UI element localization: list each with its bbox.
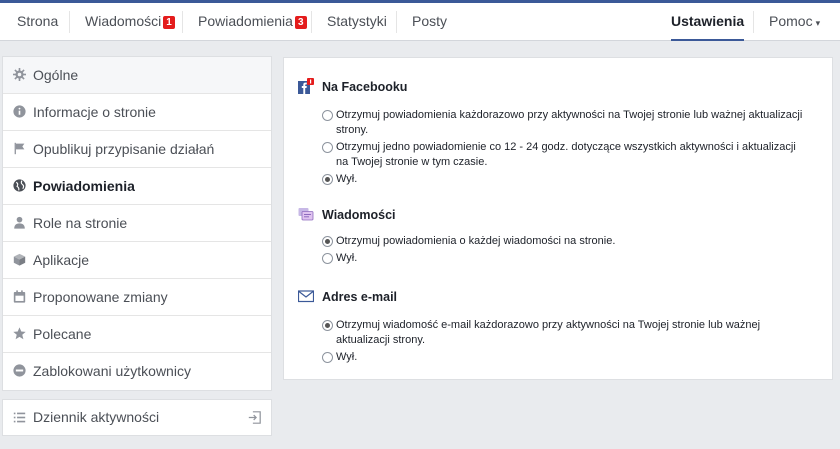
flag-icon [14, 142, 25, 155]
messages-icon [298, 208, 314, 221]
sidebar-item-blocked-users[interactable]: Zablokowani użytkownicy [3, 353, 271, 390]
radio-button[interactable] [322, 352, 333, 363]
sidebar-item-label: Role na stronie [33, 215, 128, 231]
facebook-notification-icon [298, 78, 314, 94]
tab-powiadomienia[interactable]: Powiadomienia 3 [198, 3, 307, 40]
tab-label: Posty [412, 13, 448, 29]
option-label: Otrzymuj powiadomienia o każdej wiadomoś… [336, 235, 616, 247]
settings-sidebar: Ogólne Informacje o stronie Opublikuj pr… [2, 56, 272, 391]
sidebar-item-post-attribution[interactable]: Opublikuj przypisanie działań [3, 131, 271, 168]
tab-label: Ustawienia [671, 13, 745, 29]
star-icon [13, 327, 26, 340]
option-label: Wył. [336, 351, 358, 363]
section-on-facebook: Na Facebooku Otrzymuj powiadomienia każd… [298, 78, 818, 187]
sidebar-item-general[interactable]: Ogólne [3, 57, 271, 94]
tab-ustawienia[interactable]: Ustawienia [671, 3, 745, 41]
option-email-each-activity[interactable]: Otrzymuj wiadomość e-mail każdorazowo pr… [298, 318, 803, 348]
tab-separator [753, 11, 754, 33]
tab-posty[interactable]: Posty [412, 3, 447, 40]
tab-label: Pomoc [769, 13, 813, 29]
radio-button-selected[interactable] [322, 236, 333, 247]
tab-wiadomosci[interactable]: Wiadomości 1 [85, 3, 175, 40]
help-menu[interactable]: Pomoc ▾ [769, 3, 820, 40]
sidebar-item-label: Opublikuj przypisanie działań [33, 141, 215, 157]
tab-statystyki[interactable]: Statystyki [327, 3, 387, 40]
section-email: Adres e-mail Otrzymuj wiadomość e-mail k… [298, 288, 818, 365]
option-messages-off[interactable]: Wył. [298, 251, 803, 266]
email-icon [298, 290, 314, 303]
tab-separator [182, 11, 183, 33]
section-messages: Wiadomości Otrzymuj powiadomienia o każd… [298, 206, 818, 266]
option-label: Wył. [336, 173, 358, 185]
sidebar-item-notifications[interactable]: Powiadomienia [3, 168, 271, 205]
tab-label: Strona [17, 13, 59, 29]
tab-label: Powiadomienia [198, 13, 293, 29]
tab-strona[interactable]: Strona [17, 3, 58, 40]
radio-button-selected[interactable] [322, 174, 333, 185]
sidebar-item-label: Polecane [33, 326, 92, 342]
radio-button-selected[interactable] [322, 320, 333, 331]
sidebar-item-label: Aplikacje [33, 252, 90, 268]
unread-badge: 1 [163, 16, 175, 29]
sidebar-item-label: Powiadomienia [33, 178, 135, 194]
blocked-icon [13, 364, 26, 377]
globe-icon [13, 179, 26, 192]
sidebar-item-label: Dziennik aktywności [33, 409, 160, 425]
person-icon [14, 216, 25, 229]
tab-label: Statystyki [327, 13, 387, 29]
option-facebook-off[interactable]: Wył. [298, 172, 803, 187]
section-title: Wiadomości [322, 208, 396, 222]
unread-badge: 3 [294, 16, 307, 29]
sidebar-item-label: Informacje o stronie [33, 104, 156, 120]
tab-separator [396, 11, 397, 33]
calendar-icon [13, 290, 26, 303]
option-notify-each-activity[interactable]: Otrzymuj powiadomienia każdorazowo przy … [298, 108, 803, 138]
sidebar-item-page-info[interactable]: Informacje o stronie [3, 94, 271, 131]
radio-button[interactable] [322, 253, 333, 264]
section-title: Adres e-mail [322, 290, 398, 304]
sidebar-item-activity-log[interactable]: Dziennik aktywności [2, 399, 272, 436]
sidebar-item-suggested-edits[interactable]: Proponowane zmiany [3, 279, 271, 316]
radio-button[interactable] [322, 110, 333, 121]
tab-label: Wiadomości [85, 13, 162, 29]
page-top-navigation: Strona Wiadomości 1 Powiadomienia 3 Statys… [0, 3, 840, 41]
gear-icon [13, 68, 26, 81]
cube-icon [13, 253, 26, 266]
sidebar-item-label: Proponowane zmiany [33, 289, 168, 305]
tab-separator [69, 11, 70, 33]
sidebar-item-label: Zablokowani użytkownicy [33, 363, 191, 379]
open-log-icon[interactable] [248, 411, 261, 424]
sidebar-item-label: Ogólne [33, 67, 79, 83]
option-notify-digest[interactable]: Otrzymuj jedno powiadomienie co 12 - 24 … [298, 140, 803, 170]
option-label: Otrzymuj wiadomość e-mail każdorazowo pr… [336, 319, 761, 346]
sidebar-item-apps[interactable]: Aplikacje [3, 242, 271, 279]
chevron-down-icon: ▾ [815, 18, 821, 28]
section-title: Na Facebooku [322, 80, 408, 94]
option-label: Otrzymuj jedno powiadomienie co 12 - 24 … [336, 141, 796, 168]
info-icon [13, 105, 26, 118]
notifications-settings-panel: Na Facebooku Otrzymuj powiadomienia każd… [283, 57, 833, 380]
sidebar-item-page-roles[interactable]: Role na stronie [3, 205, 271, 242]
option-email-off[interactable]: Wył. [298, 350, 803, 365]
option-notify-each-message[interactable]: Otrzymuj powiadomienia o każdej wiadomoś… [298, 234, 803, 249]
sidebar-item-featured[interactable]: Polecane [3, 316, 271, 353]
radio-button[interactable] [322, 142, 333, 153]
list-icon [13, 412, 26, 423]
tab-separator [311, 11, 312, 33]
option-label: Wył. [336, 252, 358, 264]
option-label: Otrzymuj powiadomienia każdorazowo przy … [336, 109, 803, 136]
